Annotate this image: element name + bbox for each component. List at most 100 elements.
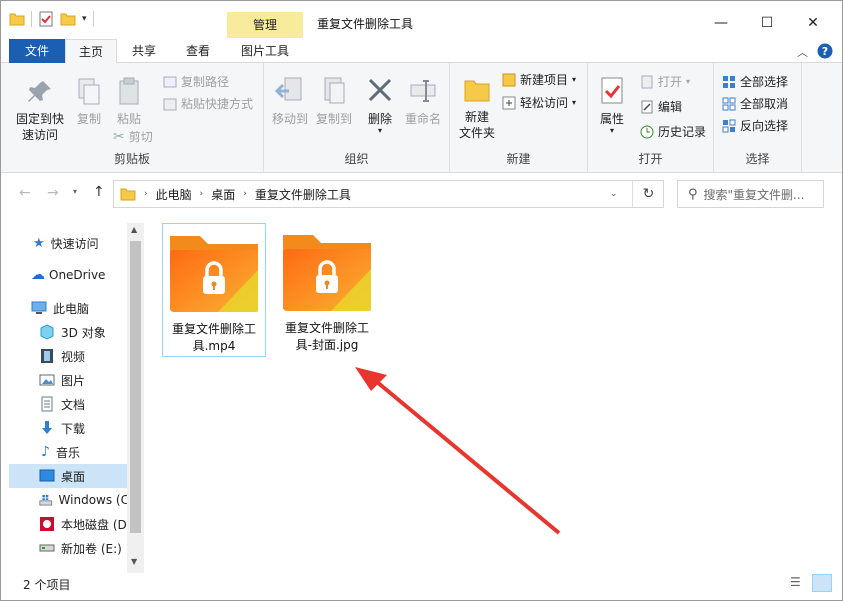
copy-icon — [78, 78, 100, 105]
up-arrow-icon[interactable]: ↑ — [93, 184, 105, 200]
breadcrumb-separator-icon[interactable]: › — [200, 189, 204, 199]
maximize-button[interactable]: ☐ — [744, 9, 790, 37]
cloud-icon: ☁ — [31, 267, 45, 283]
cut-button[interactable]: ✂ 剪切 — [113, 128, 153, 145]
forward-arrow-icon[interactable]: → — [47, 185, 59, 201]
nav-item-label: 桌面 — [61, 469, 86, 484]
delete-x-icon — [368, 78, 392, 102]
new-item-button[interactable]: 新建项目 ▾ — [502, 71, 576, 88]
breadcrumb-desktop[interactable]: 桌面 — [211, 186, 235, 203]
nav-item-music[interactable]: ♪ 音乐 — [9, 440, 129, 464]
easy-access-chevron-icon: ▾ — [572, 98, 577, 107]
scroll-thumb[interactable] — [130, 241, 141, 533]
copy-path-button[interactable]: 复制路径 — [163, 73, 229, 90]
new-item-icon — [502, 73, 516, 86]
invert-selection-icon — [722, 119, 736, 132]
breadcrumb-separator-icon[interactable]: › — [144, 189, 148, 199]
paste-shortcut-button[interactable]: 粘贴快捷方式 — [163, 95, 253, 112]
delete-button[interactable]: 删除 ▾ — [360, 75, 400, 135]
copy-to-label: 复制到 — [315, 112, 352, 126]
address-bar[interactable]: › 此电脑 › 桌面 › 重复文件删除工具 ⌄ ↻ — [113, 180, 664, 208]
properties-chevron-icon[interactable]: ▾ — [594, 127, 630, 135]
nav-this-pc[interactable]: 此电脑 — [9, 296, 129, 320]
rename-button[interactable]: 重命名 — [400, 75, 446, 127]
download-arrow-icon — [42, 421, 52, 434]
edit-icon — [641, 100, 653, 113]
breadcrumb-folder[interactable]: 重复文件删除工具 — [255, 186, 351, 203]
context-tab-manage[interactable]: 管理 — [227, 12, 303, 38]
new-folder-button[interactable]: 新建 文件夹 — [454, 75, 500, 141]
breadcrumb-this-pc[interactable]: 此电脑 — [156, 186, 192, 203]
cut-label: 剪切 — [128, 130, 153, 144]
details-view-icon[interactable]: ☰ — [790, 575, 801, 589]
nav-item-label: 新加卷 (E:) — [61, 541, 122, 556]
properties-button[interactable]: 属性 ▾ — [594, 75, 630, 135]
nav-scrollbar[interactable]: ▲ ▼ — [127, 223, 144, 573]
group-new: 新建 文件夹 新建项目 ▾ 轻松访问 ▾ 新建 — [450, 63, 588, 173]
navigation-bar: ← → ▾ ↑ › 此电脑 › 桌面 › 重复文件删除工具 ⌄ ↻ ⚲ 搜索"重… — [1, 173, 842, 215]
nav-item-documents[interactable]: 文档 — [9, 392, 129, 416]
paste-button[interactable]: 粘贴 — [111, 77, 147, 127]
tab-file[interactable]: 文件 — [9, 39, 65, 63]
new-group-label: 新建 — [506, 152, 531, 166]
copy-button[interactable]: 复制 — [71, 77, 107, 127]
tab-picture-tools[interactable]: 图片工具 — [227, 39, 303, 63]
nav-onedrive[interactable]: ☁ OneDrive — [9, 263, 129, 287]
nav-item-videos[interactable]: 视频 — [9, 344, 129, 368]
nav-item-label: 音乐 — [55, 445, 80, 460]
close-button[interactable]: ✕ — [790, 9, 836, 37]
rename-icon — [410, 80, 436, 102]
nav-item-drive-d[interactable]: 本地磁盘 (D — [9, 512, 129, 536]
tab-home[interactable]: 主页 — [65, 39, 117, 64]
large-icons-view-icon[interactable] — [812, 574, 832, 592]
nav-quick-access[interactable]: ★ 快速访问 — [9, 231, 129, 255]
folder-icon[interactable] — [9, 11, 25, 27]
back-arrow-icon[interactable]: ← — [19, 185, 31, 201]
new-folder-icon[interactable] — [60, 11, 76, 27]
drive-icon — [39, 544, 55, 552]
customize-qat-chevron-icon[interactable]: ▾ — [82, 14, 87, 24]
organize-group-label: 组织 — [344, 152, 369, 166]
collapse-ribbon-chevron-icon[interactable]: ︿ — [797, 44, 808, 60]
nav-item-pictures[interactable]: 图片 — [9, 368, 129, 392]
minimize-button[interactable]: — — [698, 9, 744, 37]
nav-item-label: 3D 对象 — [61, 325, 106, 340]
select-all-button[interactable]: 全部选择 — [722, 73, 788, 90]
recent-locations-chevron-icon[interactable]: ▾ — [73, 187, 77, 196]
invert-selection-button[interactable]: 反向选择 — [722, 117, 788, 134]
paste-icon — [119, 77, 139, 105]
search-placeholder: 搜索"重复文件删... — [703, 187, 805, 202]
copy-to-button[interactable]: 复制到 — [312, 75, 356, 127]
scroll-up-chevron-icon[interactable]: ▲ — [131, 225, 137, 234]
tab-view[interactable]: 查看 — [171, 39, 225, 63]
nav-item-desktop[interactable]: 桌面 — [9, 464, 127, 488]
help-icon[interactable]: ? — [817, 43, 833, 59]
address-history-chevron-icon[interactable]: ⌄ — [610, 189, 618, 199]
open-button[interactable]: 打开 ▾ — [640, 73, 690, 90]
folder-icon — [120, 188, 136, 201]
edit-button[interactable]: 编辑 — [640, 98, 682, 115]
move-to-button[interactable]: 移动到 — [268, 75, 312, 127]
easy-access-button[interactable]: 轻松访问 ▾ — [502, 94, 576, 111]
breadcrumb-separator-icon[interactable]: › — [243, 189, 247, 199]
search-box[interactable]: ⚲ 搜索"重复文件删... — [677, 180, 824, 208]
properties-check-icon[interactable] — [38, 11, 54, 27]
history-button[interactable]: 历史记录 — [640, 123, 706, 140]
invert-selection-label: 反向选择 — [740, 119, 789, 133]
scroll-down-chevron-icon[interactable]: ▼ — [131, 557, 137, 566]
tab-share[interactable]: 共享 — [119, 39, 169, 63]
local-disk-icon — [40, 517, 54, 531]
refresh-icon[interactable]: ↻ — [632, 181, 664, 207]
nav-item-drive-c[interactable]: Windows (C — [9, 488, 129, 512]
group-organize: 移动到 复制到 删除 ▾ 重命名 组织 — [264, 63, 450, 173]
new-item-chevron-icon: ▾ — [572, 75, 577, 84]
delete-chevron-icon[interactable]: ▾ — [360, 127, 400, 135]
group-open: 属性 ▾ 打开 ▾ 编辑 历史记录 打开 — [588, 63, 714, 173]
group-clipboard: 固定到快 速访问 复制 粘贴 复制路径 粘贴快捷方式 ✂ 剪切 剪贴板 — [1, 63, 264, 173]
nav-item-3d-objects[interactable]: 3D 对象 — [9, 320, 129, 344]
nav-item-drive-e[interactable]: 新加卷 (E:) — [9, 536, 129, 560]
nav-item-downloads[interactable]: 下载 — [9, 416, 129, 440]
pin-quick-access-button[interactable]: 固定到快 速访问 — [9, 77, 71, 143]
rename-label: 重命名 — [404, 112, 441, 126]
select-none-button[interactable]: 全部取消 — [722, 95, 788, 112]
